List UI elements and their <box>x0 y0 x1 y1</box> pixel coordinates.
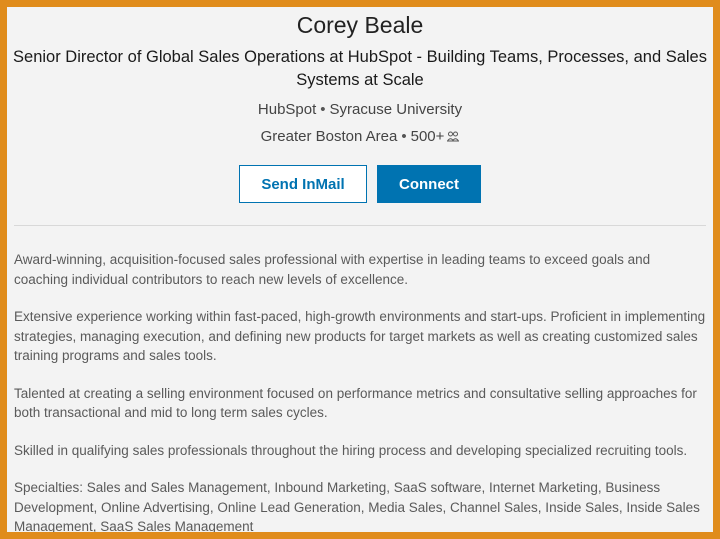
profile-name: Corey Beale <box>296 12 424 38</box>
section-divider <box>14 225 706 226</box>
location: Greater Boston Area <box>260 128 398 145</box>
profile-location-connections: Greater Boston Area • 500+ <box>7 127 713 148</box>
summary-specialties: Specialties: Sales and Sales Management,… <box>14 480 700 532</box>
profile-actions: Send InMail Connect <box>7 165 713 203</box>
separator-dot: • <box>401 128 407 145</box>
summary-paragraph: Talented at creating a selling environme… <box>14 385 697 421</box>
profile-header: Corey Beale Senior Director of Global Sa… <box>7 7 713 203</box>
summary-paragraph: Extensive experience working within fast… <box>14 309 706 363</box>
profile-affiliations: HubSpot • Syracuse University <box>7 100 713 120</box>
separator-dot: • <box>320 101 326 118</box>
company-name[interactable]: HubSpot <box>258 101 316 118</box>
summary-section: Award-winning, acquisition-focused sales… <box>7 250 713 532</box>
profile-card: Corey Beale Senior Director of Global Sa… <box>7 7 713 532</box>
profile-headline: Senior Director of Global Sales Operatio… <box>13 48 707 89</box>
connect-button[interactable]: Connect <box>377 165 481 203</box>
summary-paragraph: Award-winning, acquisition-focused sales… <box>14 252 651 287</box>
summary-paragraph: Skilled in qualifying sales professional… <box>14 442 688 458</box>
school-name[interactable]: Syracuse University <box>330 101 463 118</box>
send-inmail-button[interactable]: Send InMail <box>239 165 367 203</box>
connections-count: 500+ <box>410 128 445 145</box>
people-icon <box>446 128 460 148</box>
